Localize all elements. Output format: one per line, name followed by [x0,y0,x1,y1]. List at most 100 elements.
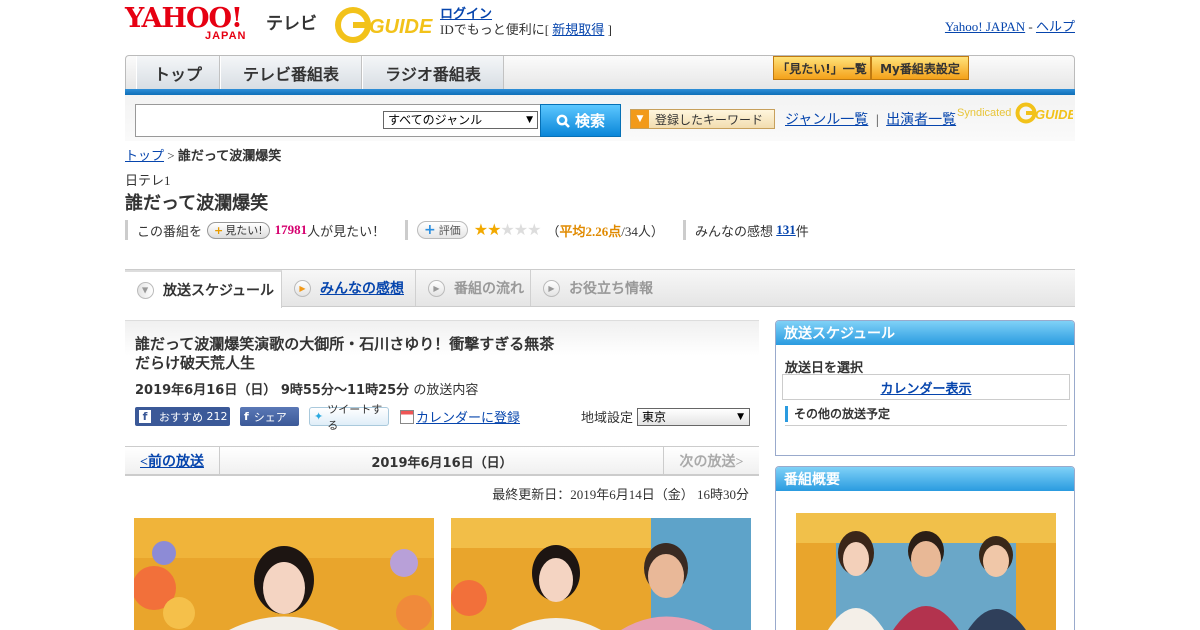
tab-label: 番組の流れ [454,281,524,297]
rating-average: 平均2.26点 [559,223,622,239]
svg-text:GUIDE: GUIDE [1035,107,1073,122]
genre-list-link[interactable]: ジャンル一覧 [785,113,868,128]
header-link-separator: - [1028,19,1033,34]
header: YAHOO! JAPAN テレビ GUIDE ログイン IDでもっと便利に[ 新… [125,4,1075,50]
play-circle-icon: ▶ [137,281,154,299]
breadcrumb-top-link[interactable]: トップ [125,148,164,163]
tab-broadcast-schedule[interactable]: ▶ 放送スケジュール [125,270,282,308]
facebook-icon: f [139,410,151,423]
register-link[interactable]: 新規取得 [552,22,604,37]
episode-title-line: 誰だって波瀾爆笑演歌の大御所・石川さゆり！衝撃すぎる無茶 [135,335,555,353]
divider [785,425,1067,426]
header-links: Yahoo! JAPAN - ヘルプ [945,16,1075,35]
my-schedule-button[interactable]: My番組表設定 [871,56,969,80]
mitai-prefix: この番組を [137,223,203,239]
link-separator: | [875,113,879,128]
magnifier-icon [556,114,570,128]
facebook-share-button[interactable]: f シェア [240,407,299,426]
help-link[interactable]: ヘルプ [1036,19,1075,34]
play-circle-icon: ▶ [428,279,445,297]
breadcrumb-current: 誰だって波瀾爆笑 [177,148,282,163]
plus-icon: + [214,223,224,237]
episode-title: 誰だって波瀾爆笑演歌の大御所・石川さゆり！衝撃すぎる無茶 だらけ破天荒人生 [135,335,615,373]
tab-program-flow[interactable]: ▶ 番組の流れ [416,270,531,306]
play-circle-icon: ▶ [294,279,311,297]
search-links: ジャンル一覧 | 出演者一覧 [785,109,956,129]
tab-everyone-reviews[interactable]: ▶ みんなの感想 [282,270,416,306]
genre-select[interactable]: すべてのジャンル ▼ [383,111,538,129]
play-circle-icon: ▶ [543,279,560,297]
region-select-value: 東京 [642,409,667,424]
registered-keyword-label: 登録したキーワード [655,112,764,127]
yahoo-japan-link[interactable]: Yahoo! JAPAN [945,19,1025,34]
prev-broadcast-link[interactable]: <前の放送 [125,447,220,475]
performer-list-link[interactable]: 出演者一覧 [886,113,956,128]
episode-photo [134,518,434,630]
calendar-register-link[interactable]: カレンダーに登録 [416,407,520,426]
sidebar-schedule-header: 放送スケジュール [776,321,1074,345]
calendar-icon [400,409,414,424]
syndicated-gguide-badge: Syndicated GUIDE [957,101,1076,125]
kansou-stat: みんなの感想 131 件 [683,220,809,240]
star-icon: ★ [500,222,514,239]
breadcrumb: トップ > 誰だって波瀾爆笑 [125,145,281,164]
episode-photo [451,518,751,630]
dropdown-arrow-icon: ▼ [526,115,533,125]
dropdown-arrow-icon: ▼ [737,411,745,422]
program-stats: この番組を + 見たい! 17981 人が見たい！ + 評価 ★★★★★ （平均… [125,220,1075,242]
region-setting: 地域設定 東京 ▼ [581,407,751,426]
gguide-logo-icon[interactable]: GUIDE [335,7,435,43]
login-link[interactable]: ログイン [440,6,492,21]
nav-tab-top[interactable]: トップ [136,56,220,90]
facebook-recommend-button[interactable]: f おすすめ 212 [135,407,230,426]
star-icon: ★ [473,222,488,239]
mitai-list-button[interactable]: 「見たい!」一覧 [773,56,871,80]
svg-text:GUIDE: GUIDE [369,16,433,38]
kansou-suffix: 件 [795,223,809,239]
sidebar-summary: 番組概要 [775,466,1075,630]
calendar-display-button[interactable]: カレンダー表示 [782,374,1070,400]
sidebar-schedule: 放送スケジュール 放送日を選択 カレンダー表示 その他の放送予定 [775,320,1075,456]
tweet-button[interactable]: ✦ ツイートする [309,403,389,432]
yahoo-logo[interactable]: YAHOO! [125,5,243,32]
episode-date-suffix: の放送内容 [413,383,479,398]
channel-name: 日テレ1 [125,173,171,188]
pager-current-date: 2019年6月16日（日） [371,455,513,471]
nav-tab-radio-schedule[interactable]: ラジオ番組表 [362,56,504,90]
search-button[interactable]: 検索 [540,104,621,137]
episode-title-line: だらけ破天荒人生 [135,354,256,372]
mitai-button-label: 見たい! [225,224,263,237]
rating-voter-count: /34人） [621,223,664,239]
nav-tab-tv-schedule[interactable]: テレビ番組表 [220,56,362,90]
program-summary-photo [796,513,1056,630]
login-prompt-close: ] [607,22,612,37]
page-title: 誰だって波瀾爆笑 [125,193,269,214]
kansou-count-link[interactable]: 131 [776,222,796,238]
mitai-count: 17981 [274,222,308,237]
rating-stat: + 評価 ★★★★★ （平均2.26点/34人） [405,220,664,240]
yahoo-japan-logo-text: JAPAN [205,30,247,42]
next-broadcast-disabled: 次の放送> [663,447,759,475]
rate-button[interactable]: + 評価 [417,221,468,239]
facebook-share-label: シェア [253,410,287,424]
genre-select-value: すべてのジャンル [388,113,483,127]
content-tabs: ▶ 放送スケジュール ▶ みんなの感想 ▶ 番組の流れ ▶ お役立ち情報 [125,269,1075,308]
registered-keyword-button[interactable]: ▼ 登録したキーワード [630,109,775,129]
region-select[interactable]: 東京 ▼ [637,407,751,426]
login-box: ログイン IDでもっと便利に[ 新規取得 ] [440,6,612,38]
rate-button-label: 評価 [438,224,461,237]
facebook-recommend-label: おすすめ [159,410,203,424]
episode-datetime: 2019年6月16日（日） 9時55分～11時25分 [135,383,410,398]
star-icon: ★ [487,222,501,239]
tab-label: みんなの感想 [320,281,404,297]
dropdown-triangle-icon: ▼ [631,110,649,128]
mitai-stat: この番組を + 見たい! 17981 人が見たい！ [125,220,385,240]
syndicated-label: Syndicated [957,106,1012,119]
login-prompt: IDでもっと便利に[ [440,22,550,37]
mitai-button[interactable]: + 見たい! [207,221,270,239]
tab-useful-info[interactable]: ▶ お役立ち情報 [531,270,661,306]
main-nav: トップ テレビ番組表 ラジオ番組表 「見たい!」一覧 My番組表設定 [125,55,1075,93]
gguide-small-logo-icon: GUIDE [1015,102,1076,124]
rating-stars: ★★★★★ [473,220,542,240]
social-row: f おすすめ 212 f シェア ✦ ツイートする カレンダーに登録 地域設定 … [135,403,755,432]
